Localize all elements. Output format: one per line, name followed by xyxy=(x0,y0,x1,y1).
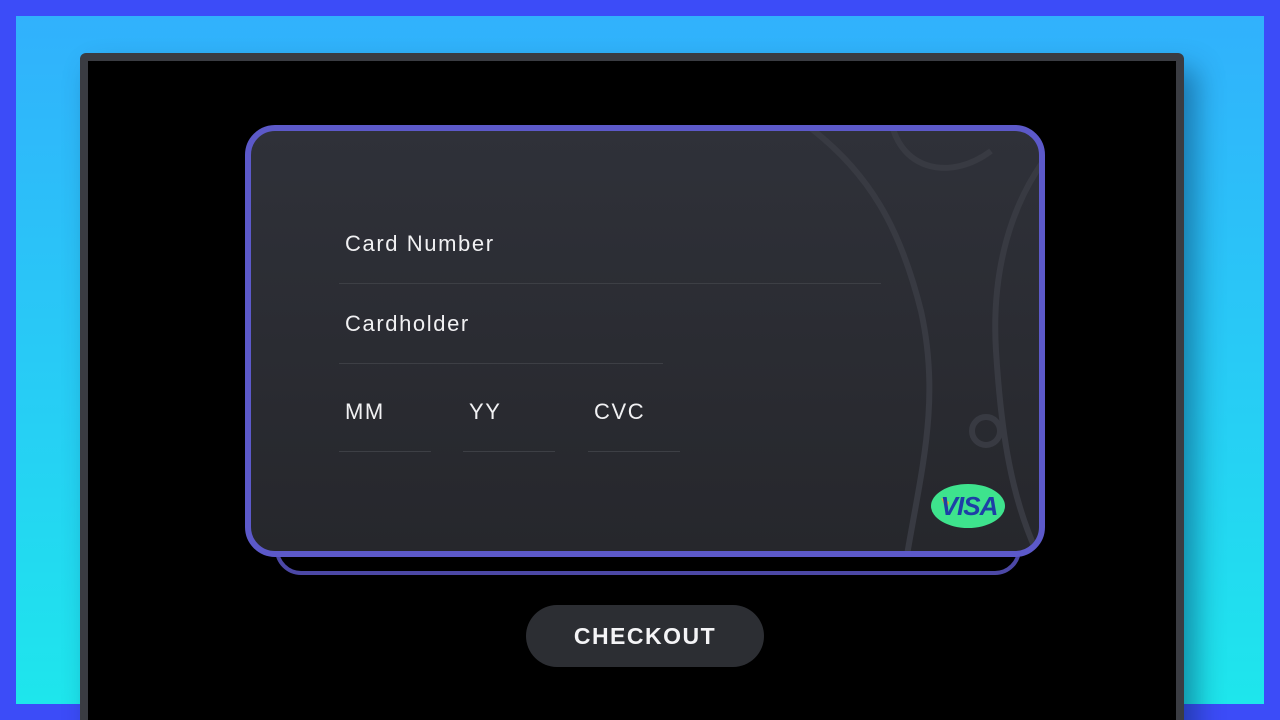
visa-logo-icon: VISA xyxy=(931,484,1005,528)
year-label: YY xyxy=(469,399,502,424)
month-label: MM xyxy=(345,399,385,424)
payment-card-form: Card Number Cardholder MM YY CVC VISA xyxy=(245,125,1045,557)
cardholder-field[interactable]: Cardholder xyxy=(339,311,663,364)
year-field[interactable]: YY xyxy=(463,399,555,452)
card-number-label: Card Number xyxy=(345,231,495,256)
cardholder-label: Cardholder xyxy=(345,311,470,336)
cvc-label: CVC xyxy=(594,399,646,424)
month-field[interactable]: MM xyxy=(339,399,431,452)
visa-logo-text: VISA xyxy=(941,491,998,521)
checkout-button[interactable]: CHECKOUT xyxy=(526,605,764,667)
card-number-field[interactable]: Card Number xyxy=(339,231,881,284)
cvc-field[interactable]: CVC xyxy=(588,399,680,452)
